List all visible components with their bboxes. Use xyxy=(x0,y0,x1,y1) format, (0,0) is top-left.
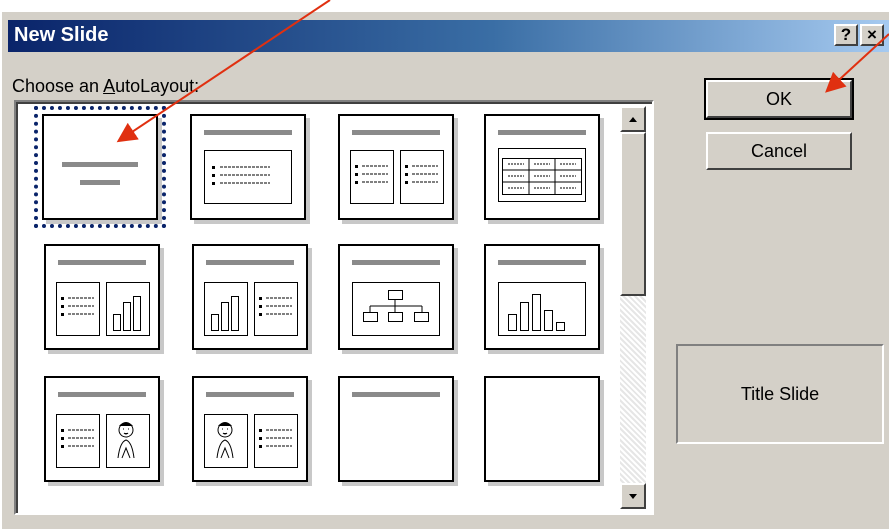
bulleted-text-icon xyxy=(204,150,292,204)
chart-and-text-icon xyxy=(204,282,298,336)
scrollbar-thumb[interactable] xyxy=(620,132,646,296)
title-bar-mark xyxy=(352,392,440,397)
title-bar-mark xyxy=(204,130,292,135)
layout-title-only[interactable] xyxy=(338,376,454,482)
cancel-button[interactable]: Cancel xyxy=(706,132,852,170)
subtitle-bar-mark xyxy=(80,180,120,185)
close-button[interactable]: × xyxy=(860,24,884,46)
autolayout-list[interactable] xyxy=(14,100,654,515)
layout-blank[interactable] xyxy=(484,376,600,482)
vertical-scrollbar[interactable] xyxy=(620,106,646,509)
org-chart-icon xyxy=(352,282,440,336)
help-button[interactable]: ? xyxy=(834,24,858,46)
layout-organization-chart[interactable] xyxy=(338,244,454,350)
layout-text-and-clip-art[interactable] xyxy=(44,376,160,482)
layout-preview-label: Title Slide xyxy=(676,344,884,444)
help-icon: ? xyxy=(840,25,852,44)
title-bar: New Slide ? × xyxy=(8,20,889,52)
ok-button[interactable]: OK xyxy=(704,78,854,120)
chart-icon xyxy=(498,282,586,336)
dialog-title: New Slide xyxy=(14,24,109,46)
title-bar-mark xyxy=(206,260,294,265)
scroll-up-icon xyxy=(629,117,637,122)
close-icon: × xyxy=(867,25,877,44)
title-bar-mark xyxy=(498,260,586,265)
clip-art-and-text-icon xyxy=(204,414,298,468)
table-icon xyxy=(498,148,586,202)
autolayout-prompt: Choose an AutoLayout: xyxy=(12,76,199,97)
title-bar-mark xyxy=(58,260,146,265)
prompt-accelerator: A xyxy=(103,76,116,96)
title-bar-mark xyxy=(498,130,586,135)
scroll-down-icon xyxy=(629,494,637,499)
layout-two-column-text[interactable] xyxy=(338,114,454,220)
layout-bulleted-list[interactable] xyxy=(190,114,306,220)
prompt-text-after: utoLayout: xyxy=(115,76,200,96)
layout-chart-and-text[interactable] xyxy=(192,244,308,350)
title-bar-mark xyxy=(206,392,294,397)
two-column-text-icon xyxy=(350,150,444,204)
text-and-clip-art-icon xyxy=(56,414,150,468)
text-and-chart-icon xyxy=(56,282,150,336)
prompt-text-before: Choose an xyxy=(12,76,104,96)
layout-clip-art-and-text[interactable] xyxy=(192,376,308,482)
scroll-up-button[interactable] xyxy=(620,106,646,132)
title-bar-mark xyxy=(62,162,138,167)
title-bar-mark xyxy=(352,130,440,135)
layout-title-slide[interactable] xyxy=(34,106,166,228)
layout-text-and-chart[interactable] xyxy=(44,244,160,350)
title-bar-mark xyxy=(352,260,440,265)
scroll-down-button[interactable] xyxy=(620,483,646,509)
layout-chart[interactable] xyxy=(484,244,600,350)
title-bar-mark xyxy=(58,392,146,397)
layout-table[interactable] xyxy=(484,114,600,220)
